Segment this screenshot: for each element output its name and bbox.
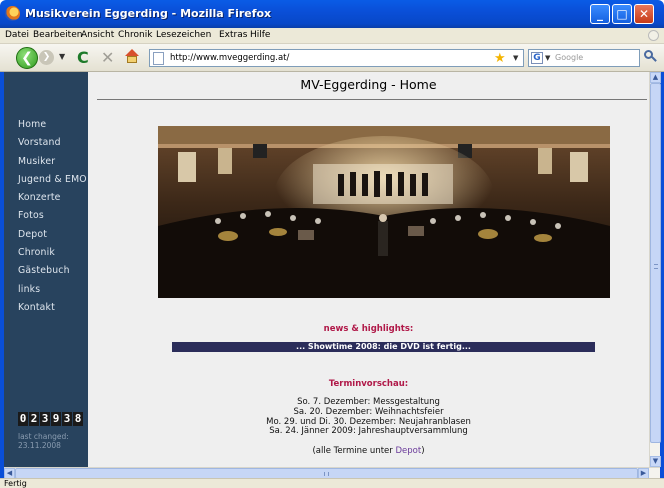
counter-digit: 9 bbox=[51, 412, 61, 426]
counter-digit: 2 bbox=[29, 412, 39, 426]
search-input[interactable]: Google bbox=[555, 53, 583, 62]
events-list: So. 7. Dezember: Messgestaltung Sa. 20. … bbox=[88, 397, 649, 437]
reload-button[interactable]: C bbox=[77, 48, 89, 67]
last-changed: last changed: 23.11.2008 bbox=[18, 432, 69, 450]
sidebar: Home Vorstand Musiker Jugend & EMO Konze… bbox=[4, 72, 88, 467]
home-button[interactable] bbox=[125, 49, 139, 63]
sidebar-item-kontakt[interactable]: Kontakt bbox=[18, 299, 87, 317]
menu-extras[interactable]: Extras bbox=[219, 30, 247, 40]
menu-datei[interactable]: Datei bbox=[5, 30, 29, 40]
google-engine-icon[interactable]: G bbox=[531, 52, 543, 64]
window-title: Musikverein Eggerding - Mozilla Firefox bbox=[25, 7, 272, 20]
counter-digit: 0 bbox=[18, 412, 28, 426]
vertical-scroll-thumb[interactable] bbox=[650, 83, 661, 443]
firefox-icon bbox=[5, 6, 20, 21]
url-dropdown-icon[interactable]: ▼ bbox=[513, 54, 518, 62]
counter-digit: 8 bbox=[73, 412, 83, 426]
menu-ansicht[interactable]: Ansicht bbox=[81, 30, 114, 40]
sidebar-item-jugend-emo[interactable]: Jugend & EMO bbox=[18, 171, 87, 189]
concert-photo bbox=[158, 126, 610, 298]
minimize-button[interactable]: _ bbox=[590, 4, 610, 24]
sidebar-item-depot[interactable]: Depot bbox=[18, 226, 87, 244]
sidebar-item-home[interactable]: Home bbox=[18, 116, 87, 134]
visitor-counter: 0 2 3 9 3 8 bbox=[18, 412, 84, 426]
all-events-note: (alle Termine unter Depot) bbox=[88, 446, 649, 456]
sidebar-item-chronik[interactable]: Chronik bbox=[18, 244, 87, 262]
termin-heading: Terminvorschau: bbox=[328, 379, 409, 389]
horizontal-scrollbar[interactable]: ◀ ▶ bbox=[4, 467, 660, 479]
sidebar-item-fotos[interactable]: Fotos bbox=[18, 207, 87, 225]
search-icon-handle bbox=[651, 56, 657, 62]
page-title: MV-Eggerding - Home bbox=[300, 77, 437, 92]
sidebar-item-musiker[interactable]: Musiker bbox=[18, 153, 87, 171]
scroll-up-icon[interactable]: ▲ bbox=[650, 72, 661, 83]
menu-bearbeiten[interactable]: Bearbeiten bbox=[33, 30, 82, 40]
menu-hilfe[interactable]: Hilfe bbox=[250, 30, 270, 40]
status-bar: Fertig bbox=[0, 478, 664, 488]
vertical-scrollbar[interactable]: ▲ ▼ bbox=[649, 72, 661, 467]
menu-lesezeichen[interactable]: Lesezeichen bbox=[156, 30, 211, 40]
close-button[interactable]: ✕ bbox=[634, 4, 654, 24]
all-events-prefix: (alle Termine unter bbox=[312, 446, 396, 456]
all-events-suffix: ) bbox=[421, 446, 425, 456]
page-viewport: Home Vorstand Musiker Jugend & EMO Konze… bbox=[4, 72, 649, 467]
sidebar-item-vorstand[interactable]: Vorstand bbox=[18, 134, 87, 152]
grip-icon bbox=[654, 264, 658, 269]
menu-bar: Datei Bearbeiten Ansicht Chronik Lesezei… bbox=[0, 28, 664, 44]
address-bar[interactable]: http://www.mveggerding.at/ ★ ▼ bbox=[149, 49, 524, 67]
sidebar-item-konzerte[interactable]: Konzerte bbox=[18, 189, 87, 207]
home-icon-base bbox=[127, 56, 137, 63]
maximize-button[interactable]: □ bbox=[612, 4, 632, 24]
search-bar[interactable]: G ▼ Google bbox=[528, 49, 640, 67]
scroll-down-icon[interactable]: ▼ bbox=[650, 456, 661, 467]
window-titlebar[interactable]: Musikverein Eggerding - Mozilla Firefox … bbox=[0, 0, 664, 28]
menu-chronik[interactable]: Chronik bbox=[118, 30, 152, 40]
engine-dropdown-icon[interactable]: ▼ bbox=[545, 54, 550, 62]
news-heading: news & highlights: bbox=[323, 324, 414, 334]
status-text: Fertig bbox=[4, 479, 27, 488]
throbber-icon bbox=[648, 30, 659, 41]
title-divider bbox=[97, 99, 647, 100]
navigation-toolbar: ❮ ❯ ▼ C ✕ http://www.mveggerding.at/ ★ ▼… bbox=[0, 44, 664, 72]
last-changed-label: last changed: bbox=[18, 432, 69, 441]
concert-photo-graphic bbox=[158, 126, 610, 298]
counter-digit: 3 bbox=[40, 412, 50, 426]
sidebar-item-gaestebuch[interactable]: Gästebuch bbox=[18, 262, 87, 280]
home-icon bbox=[125, 49, 139, 56]
stop-button[interactable]: ✕ bbox=[101, 48, 114, 67]
search-button[interactable] bbox=[643, 50, 657, 64]
event-item: Sa. 24. Jänner 2009: Jahreshauptversamml… bbox=[269, 426, 468, 437]
history-dropdown-icon[interactable]: ▼ bbox=[59, 52, 65, 61]
grip-icon bbox=[324, 472, 329, 476]
url-text[interactable]: http://www.mveggerding.at/ bbox=[170, 53, 289, 63]
last-changed-date: 23.11.2008 bbox=[18, 441, 61, 450]
news-item-link[interactable]: ... Showtime 2008: die DVD ist fertig... bbox=[172, 342, 595, 352]
sidebar-item-links[interactable]: links bbox=[18, 281, 87, 299]
main-content: MV-Eggerding - Home news & highlights: .… bbox=[88, 72, 649, 467]
bookmark-star-icon[interactable]: ★ bbox=[494, 51, 506, 66]
forward-button[interactable]: ❯ bbox=[39, 50, 54, 65]
page-icon bbox=[153, 52, 164, 65]
back-button[interactable]: ❮ bbox=[16, 47, 38, 69]
counter-digit: 3 bbox=[62, 412, 72, 426]
depot-link[interactable]: Depot bbox=[395, 446, 421, 456]
sidebar-nav: Home Vorstand Musiker Jugend & EMO Konze… bbox=[18, 116, 87, 317]
